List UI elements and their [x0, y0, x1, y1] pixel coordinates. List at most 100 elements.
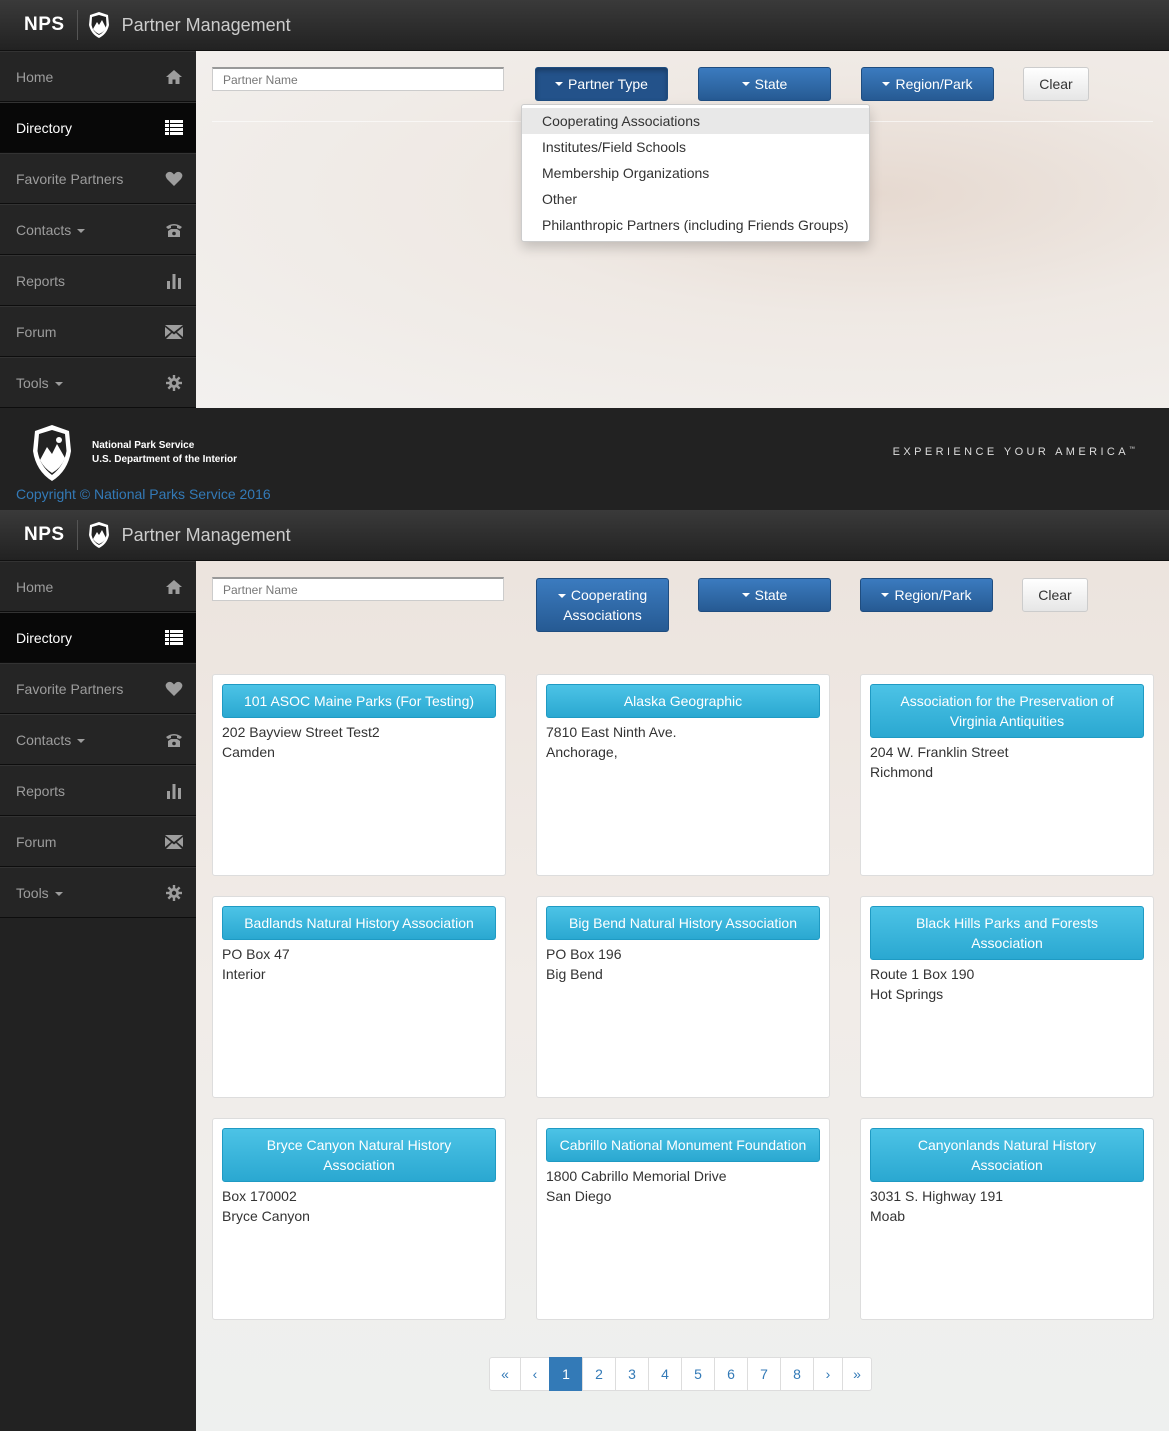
page-2-button[interactable]: 2 [582, 1357, 616, 1391]
page-6-button[interactable]: 6 [714, 1357, 748, 1391]
state-dropdown-button[interactable]: State [698, 67, 831, 101]
caret-down-icon [557, 594, 566, 599]
phone-icon [165, 221, 183, 239]
address-line: 204 W. Franklin Street [870, 744, 1009, 760]
phone-icon [165, 731, 183, 749]
brand-logo-text[interactable]: NPS [24, 524, 65, 546]
sidebar-item-contacts[interactable]: Contacts [0, 714, 196, 765]
partner-name-button[interactable]: Canyonlands Natural History Association [870, 1128, 1144, 1182]
partner-name-button[interactable]: Bryce Canyon Natural History Association [222, 1128, 496, 1182]
address-line: 202 Bayview Street Test2 [222, 724, 380, 740]
partner-type-dropdown-button[interactable]: Partner Type [535, 67, 668, 101]
region-park-dropdown-button[interactable]: Region/Park [861, 67, 994, 101]
page-4-button[interactable]: 4 [648, 1357, 682, 1391]
sidebar-item-label: Favorite Partners [16, 170, 124, 187]
address-city: Richmond [870, 764, 934, 780]
partner-card: Bryce Canyon Natural History Association… [212, 1118, 506, 1320]
sidebar-item-forum[interactable]: Forum [0, 306, 196, 357]
caret-down-icon [555, 82, 564, 86]
partner-card: Canyonlands Natural History Association 3… [860, 1118, 1154, 1320]
page-last-button[interactable]: » [842, 1357, 872, 1391]
partner-address: 204 W. Franklin Street Richmond [870, 742, 1009, 782]
partner-address: 7810 East Ninth Ave. Anchorage, [546, 722, 677, 762]
sidebar-item-tools[interactable]: Tools [0, 357, 196, 408]
app-title: Partner Management [121, 524, 291, 545]
dropdown-item[interactable]: Institutes/Field Schools [522, 134, 869, 160]
clear-button[interactable]: Clear [1023, 67, 1089, 101]
page-8-button[interactable]: 8 [780, 1357, 814, 1391]
sidebar-item-label: Reports [16, 782, 66, 799]
partner-address: PO Box 47 Interior [222, 944, 290, 984]
address-line: PO Box 47 [222, 946, 290, 962]
partner-name-button[interactable]: 101 ASOC Maine Parks (For Testing) [222, 684, 496, 718]
page-previous-button[interactable]: ‹ [520, 1357, 550, 1391]
directory-section-dropdown-open: Home Directory Favorite Partners Contacts Re… [0, 51, 1169, 408]
address-city: Anchorage, [546, 744, 618, 760]
page-5-button[interactable]: 5 [681, 1357, 715, 1391]
address-city: Big Bend [546, 966, 603, 982]
address-city: Hot Springs [870, 986, 944, 1002]
slogan: EXPERIENCE YOUR AMERICA™ [892, 446, 1135, 458]
sidebar-item-forum[interactable]: Forum [0, 816, 196, 867]
dropdown-item[interactable]: Membership Organizations [522, 160, 869, 186]
app-title: Partner Management [121, 14, 291, 35]
sidebar-item-directory[interactable]: Directory [0, 612, 196, 663]
address-city: Camden [222, 744, 275, 760]
partner-name-button[interactable]: Black Hills Parks and Forests Associatio… [870, 906, 1144, 960]
sidebar-item-reports[interactable]: Reports [0, 765, 196, 816]
sidebar-item-contacts[interactable]: Contacts [0, 204, 196, 255]
brand-separator [76, 10, 78, 40]
partner-card: Big Bend Natural History Association PO B… [536, 896, 830, 1098]
address-line: 3031 S. Highway 191 [870, 1188, 1004, 1204]
list-icon [165, 629, 183, 647]
top-navbar: NPS Partner Management [0, 510, 1169, 561]
dropdown-item[interactable]: Cooperating Associations [522, 108, 869, 134]
gear-icon [165, 374, 183, 392]
dropdown-item[interactable]: Other [522, 186, 869, 212]
caret-down-icon [77, 738, 86, 743]
partner-type-dropdown-button[interactable]: Cooperating Associations [536, 578, 669, 632]
partner-name-search-input[interactable] [212, 67, 504, 91]
page-next-button[interactable]: › [813, 1357, 843, 1391]
heart-icon [165, 170, 183, 188]
sidebar-item-directory[interactable]: Directory [0, 102, 196, 153]
caret-down-icon [77, 228, 86, 233]
partner-name-search-input[interactable] [212, 577, 504, 601]
partner-name-button[interactable]: Big Bend Natural History Association [546, 906, 820, 940]
brand-logo-text[interactable]: NPS [24, 14, 65, 36]
sidebar-item-favorite-partners[interactable]: Favorite Partners [0, 663, 196, 714]
org-name: National Park Service [92, 440, 195, 451]
clear-button[interactable]: Clear [1022, 578, 1088, 612]
page-3-button[interactable]: 3 [615, 1357, 649, 1391]
address-line: Route 1 Box 190 [870, 966, 975, 982]
sidebar-item-label: Home [16, 68, 54, 85]
page-first-button[interactable]: « [489, 1357, 521, 1391]
page-7-button[interactable]: 7 [747, 1357, 781, 1391]
partner-card: Association for the Preservation of Virg… [860, 674, 1154, 876]
dropdown-item[interactable]: Philanthropic Partners (including Friend… [522, 212, 869, 238]
nps-arrowhead-icon [33, 425, 71, 481]
partner-address: PO Box 196 Big Bend [546, 944, 622, 984]
sidebar-item-tools[interactable]: Tools [0, 867, 196, 918]
envelope-icon [165, 323, 183, 341]
caret-down-icon [741, 82, 750, 86]
region-park-dropdown-button[interactable]: Region/Park [860, 578, 993, 612]
home-icon [165, 578, 183, 596]
list-icon [165, 119, 183, 137]
sidebar-item-label: Tools [16, 375, 63, 391]
state-dropdown-button[interactable]: State [698, 578, 831, 612]
gear-icon [165, 884, 183, 902]
nps-arrowhead-icon [88, 520, 110, 550]
sidebar-item-home[interactable]: Home [0, 561, 196, 612]
partner-card: Badlands Natural History Association PO B… [212, 896, 506, 1098]
partner-address: Box 170002 Bryce Canyon [222, 1186, 310, 1226]
sidebar-item-reports[interactable]: Reports [0, 255, 196, 306]
sidebar-item-home[interactable]: Home [0, 51, 196, 102]
caret-down-icon [54, 891, 63, 896]
partner-name-button[interactable]: Association for the Preservation of Virg… [870, 684, 1144, 738]
partner-name-button[interactable]: Alaska Geographic [546, 684, 820, 718]
partner-name-button[interactable]: Cabrillo National Monument Foundation [546, 1128, 820, 1162]
page-1-button[interactable]: 1 [549, 1357, 583, 1391]
partner-name-button[interactable]: Badlands Natural History Association [222, 906, 496, 940]
sidebar-item-favorite-partners[interactable]: Favorite Partners [0, 153, 196, 204]
